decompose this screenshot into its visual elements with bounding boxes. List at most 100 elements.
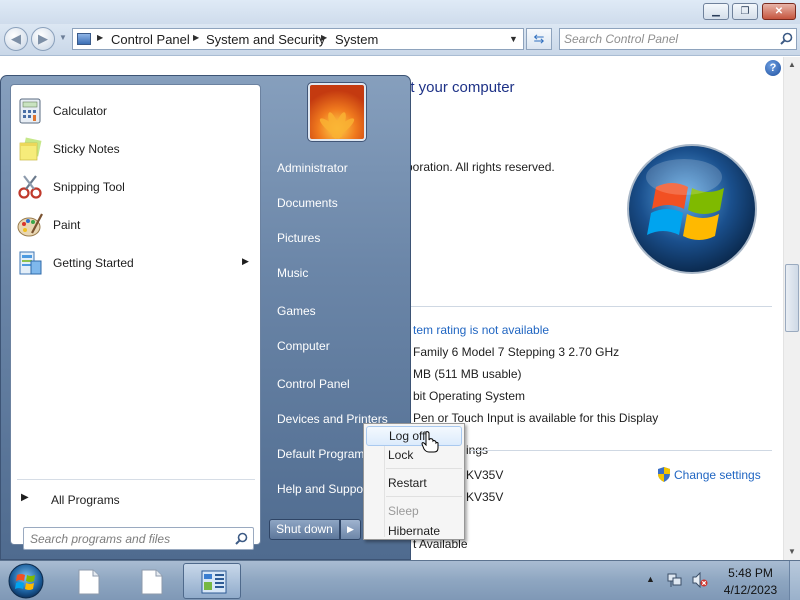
pinned-label: Calculator [53,104,108,118]
scroll-down-icon[interactable]: ▼ [784,544,800,560]
pinned-item-sticky-notes[interactable]: Sticky Notes [13,132,258,166]
close-icon: ✕ [774,6,784,17]
document-icon [78,569,100,595]
help-button[interactable]: ? [765,60,781,76]
network-icon[interactable] [667,572,683,588]
menu-item-restart[interactable]: Restart [366,473,462,493]
section-divider [470,450,772,451]
all-programs-label: All Programs [51,493,120,507]
refresh-icon: ⇆ [533,31,545,46]
menu-separator [386,496,462,497]
full-computer-name-value: KV35V [466,490,504,504]
getting-started-icon [19,251,42,275]
change-settings-link[interactable]: Change settings [674,468,761,482]
pinned-label: Getting Started [53,256,134,270]
close-button[interactable]: ✕ [762,3,796,20]
pinned-label: Sticky Notes [53,142,120,156]
chevron-right-icon: ▶ [347,524,354,534]
breadcrumb-control-panel[interactable]: Control Panel [111,32,190,47]
system-type-value: bit Operating System [413,389,526,403]
pinned-item-snipping-tool[interactable]: Snipping Tool [13,170,258,204]
minimize-button[interactable]: ▁ [703,3,729,20]
shut-down-button[interactable]: Shut down [269,519,340,540]
back-arrow-icon: ◀ [11,31,21,46]
pinned-item-calculator[interactable]: Calculator [13,94,258,128]
start-button[interactable] [6,562,46,600]
start-menu-programs-pane: Calculator Sticky Notes Snipping Tool Pa… [10,84,261,550]
title-bar[interactable]: ▁ ❐ ✕ [0,0,800,24]
breadcrumb-system[interactable]: System [335,32,378,47]
breadcrumb-system-security[interactable]: System and Security [206,32,325,47]
sticky-notes-icon [19,137,42,161]
search-icon[interactable] [780,32,793,45]
recent-pages-dropdown[interactable]: ▼ [59,33,67,42]
pinned-item-getting-started[interactable]: Getting Started ▶ [13,246,258,280]
copyright-text: rporation. All rights reserved. [402,160,555,174]
start-menu: Calculator Sticky Notes Snipping Tool Pa… [0,75,411,560]
back-button[interactable]: ◀ [4,27,28,51]
restore-icon: ❐ [740,6,750,17]
show-desktop-button[interactable] [789,561,800,600]
clock-date[interactable]: 4/12/2023 [718,583,783,597]
show-hidden-icons-icon[interactable]: ▲ [646,574,655,584]
menu-item-sleep: Sleep [388,504,419,518]
help-icon: ? [769,62,777,74]
menu-divider [17,479,255,480]
page-heading: ut your computer [402,79,515,96]
computer-name-value: KV35V [466,468,504,482]
start-item-control-panel[interactable]: Control Panel [269,370,409,398]
rating-link[interactable]: tem rating is not available [413,323,549,337]
maximize-button[interactable]: ❐ [732,3,758,20]
menu-item-hibernate[interactable]: Hibernate [366,521,462,541]
control-panel-icon [77,33,91,45]
processor-value: Family 6 Model 7 Stepping 3 2.70 GHz [413,345,620,359]
search-icon[interactable] [235,532,248,545]
start-item-pictures[interactable]: Pictures [269,224,409,252]
refresh-button[interactable]: ⇆ [526,28,552,50]
volume-muted-icon[interactable] [692,572,708,588]
windows-logo [627,144,757,274]
taskbar: ▲ 5:48 PM 4/12/2023 [0,560,800,600]
hand-cursor-icon [421,431,439,453]
scrollbar-thumb[interactable] [785,264,799,332]
submenu-arrow-icon[interactable]: ▶ [242,256,249,267]
clock-time[interactable]: 5:48 PM [718,566,783,580]
breadcrumb-arrow-icon[interactable]: ▶ [321,33,327,42]
forward-arrow-icon: ▶ [38,31,48,46]
start-item-documents[interactable]: Documents [269,189,409,217]
address-dropdown-icon[interactable]: ▼ [509,34,518,44]
start-item-games[interactable]: Games [269,297,409,325]
all-programs-arrow-icon: ▶ [21,492,29,503]
pinned-label: Snipping Tool [53,180,125,194]
search-control-panel[interactable] [559,28,797,50]
user-picture[interactable] [308,83,366,141]
pinned-label: Paint [53,218,81,232]
start-item-administrator[interactable]: Administrator [269,154,409,182]
pinned-item-paint[interactable]: Paint [13,208,258,242]
menu-item-lock[interactable]: Lock [366,445,462,465]
section-divider [402,306,772,307]
taskbar-button-document[interactable] [59,563,117,599]
minimize-icon: ▁ [712,6,720,17]
document-icon [141,569,163,595]
forward-button[interactable]: ▶ [31,27,55,51]
taskbar-button-control-panel[interactable] [183,563,241,599]
vertical-scrollbar[interactable]: ▲ ▼ [783,57,800,560]
breadcrumb-arrow-icon[interactable]: ▶ [193,33,199,42]
start-search-box[interactable] [23,527,254,550]
breadcrumb-arrow-icon[interactable]: ▶ [97,33,103,42]
taskbar-button-document[interactable] [122,563,180,599]
scroll-up-icon[interactable]: ▲ [784,57,800,73]
address-bar[interactable]: ▶ Control Panel ▶ System and Security ▶ … [72,28,524,50]
start-item-music[interactable]: Music [269,259,409,287]
menu-item-log-off[interactable]: Log off [366,426,462,446]
all-programs-button[interactable]: ▶ All Programs [13,487,258,511]
shut-down-options-button[interactable]: ▶ [340,519,361,540]
start-search-input[interactable] [30,531,226,547]
start-item-computer[interactable]: Computer [269,332,409,360]
navigation-bar: ◀ ▶ ▼ ▶ Control Panel ▶ System and Secur… [0,24,800,56]
menu-separator [386,468,462,469]
power-options-menu: Log off Lock Restart Sleep Hibernate [363,423,465,540]
uac-shield-icon[interactable] [657,467,671,482]
search-input[interactable] [564,31,769,47]
